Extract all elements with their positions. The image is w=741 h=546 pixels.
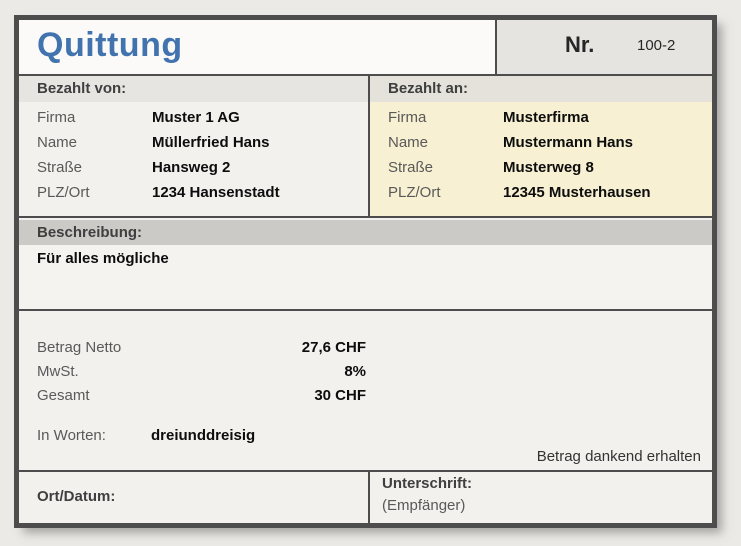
- field-value: Muster 1 AG: [152, 109, 240, 126]
- total-label: Gesamt: [37, 387, 90, 404]
- paid-to-section: Bezahlt an: Firma Musterfirma Name Muste…: [370, 76, 712, 216]
- vat-value: 8%: [344, 363, 366, 380]
- field-label: Name: [388, 134, 429, 151]
- field-label: Firma: [388, 109, 427, 126]
- field-row: Name Mustermann Hans: [370, 130, 712, 155]
- place-date-cell: Ort/Datum:: [19, 472, 370, 523]
- paid-from-fields: Firma Muster 1 AG Name Müllerfried Hans …: [19, 102, 368, 205]
- field-row: Firma Muster 1 AG: [19, 105, 368, 130]
- field-value: Musterweg 8: [503, 159, 594, 176]
- field-label: Straße: [37, 159, 83, 176]
- description-text: Für alles mögliche: [37, 250, 169, 267]
- description-body: Für alles mögliche: [19, 245, 712, 311]
- paid-to-header: Bezahlt an:: [370, 76, 712, 102]
- signature-cell: Unterschrift: (Empfänger): [370, 472, 712, 523]
- amount-in-words-row: In Worten: dreiunddreisig: [19, 424, 712, 448]
- description-header: Beschreibung:: [19, 220, 712, 245]
- field-label: PLZ/Ort: [388, 184, 441, 201]
- field-label: Name: [37, 134, 78, 151]
- field-label: Firma: [37, 109, 76, 126]
- field-label: PLZ/Ort: [37, 184, 90, 201]
- field-row: Straße Musterweg 8: [370, 155, 712, 180]
- field-value: 1234 Hansenstadt: [152, 184, 280, 201]
- net-amount-row: Betrag Netto 27,6 CHF: [19, 336, 712, 360]
- field-label: Straße: [388, 159, 434, 176]
- signature-footer: Ort/Datum: Unterschrift: (Empfänger): [19, 470, 712, 523]
- signature-recipient-label: (Empfänger): [382, 497, 466, 514]
- field-value: Musterfirma: [503, 109, 589, 126]
- in-words-value: dreiunddreisig: [151, 427, 256, 444]
- receipt-number-value: 100-2: [637, 37, 676, 54]
- net-amount-value: 27,6 CHF: [301, 339, 366, 356]
- field-row: Name Müllerfried Hans: [19, 130, 368, 155]
- vat-row: MwSt. 8%: [19, 360, 712, 384]
- field-value: Hansweg 2: [152, 159, 231, 176]
- field-row: PLZ/Ort 12345 Musterhausen: [370, 180, 712, 205]
- paid-from-header: Bezahlt von:: [19, 76, 368, 102]
- receipt-number-box: Nr. 100-2: [495, 20, 712, 74]
- receipt-header: Quittung Nr. 100-2: [19, 20, 712, 76]
- place-date-label: Ort/Datum:: [37, 488, 116, 505]
- page-title: Quittung: [37, 26, 183, 64]
- net-amount-label: Betrag Netto: [37, 339, 122, 356]
- address-sections: Bezahlt von: Firma Muster 1 AG Name Müll…: [19, 76, 712, 218]
- field-value: Mustermann Hans: [503, 134, 634, 151]
- field-row: PLZ/Ort 1234 Hansenstadt: [19, 180, 368, 205]
- receipt-card: Quittung Nr. 100-2 Bezahlt von: Firma Mu…: [14, 15, 717, 528]
- total-row: Gesamt 30 CHF: [19, 384, 712, 408]
- field-value: Müllerfried Hans: [152, 134, 270, 151]
- field-value: 12345 Musterhausen: [503, 184, 651, 201]
- paid-to-fields: Firma Musterfirma Name Mustermann Hans S…: [370, 102, 712, 205]
- field-row: Firma Musterfirma: [370, 105, 712, 130]
- thanks-note: Betrag dankend erhalten: [536, 448, 701, 465]
- paid-from-section: Bezahlt von: Firma Muster 1 AG Name Müll…: [19, 76, 370, 216]
- vat-label: MwSt.: [37, 363, 79, 380]
- in-words-label: In Worten:: [37, 427, 106, 444]
- receipt-number-label: Nr.: [565, 32, 595, 57]
- total-value: 30 CHF: [314, 387, 366, 404]
- signature-label: Unterschrift:: [382, 475, 473, 492]
- field-row: Straße Hansweg 2: [19, 155, 368, 180]
